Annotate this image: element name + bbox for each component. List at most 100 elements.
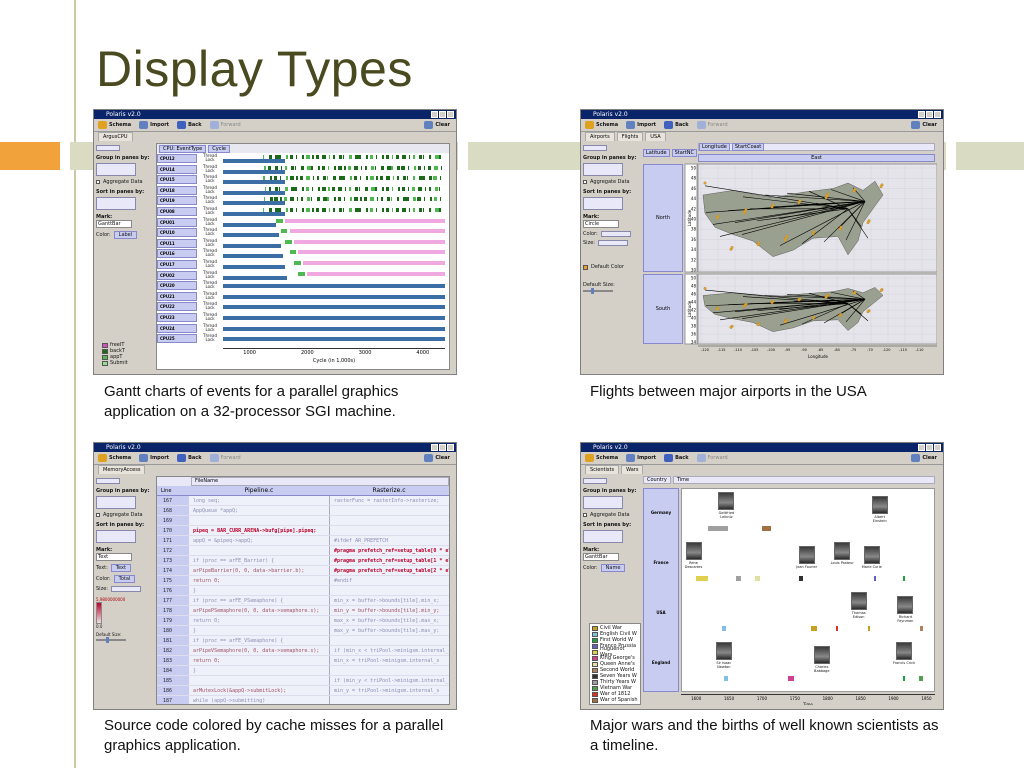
scientist-name: Marie Curie: [861, 565, 882, 569]
gantt-track: [223, 261, 445, 269]
lock-mark: [269, 155, 272, 159]
lock-mark: [306, 176, 311, 181]
sort-shelf[interactable]: [583, 197, 623, 210]
rasterize-code: min_y = triPool->minigsm.internal_s: [329, 686, 449, 695]
latitude-tick: 42: [691, 206, 697, 211]
legend-swatch: [592, 625, 598, 631]
default-size-slider[interactable]: [583, 288, 613, 294]
clear-button[interactable]: Clear: [424, 454, 450, 462]
forward-button[interactable]: Forward: [209, 121, 241, 129]
schema-button[interactable]: Schema: [585, 121, 618, 129]
thread-bar: [223, 222, 277, 227]
group-shelf[interactable]: [583, 496, 623, 509]
back-button[interactable]: Back: [664, 121, 689, 129]
aggregate-checkbox[interactable]: [96, 513, 100, 517]
code-row: 185 if (min_y < triPool->minigsm.internal…: [157, 676, 449, 686]
back-button[interactable]: Back: [177, 454, 202, 462]
schema-button[interactable]: Schema: [98, 454, 131, 462]
tab-usa[interactable]: USA: [645, 132, 666, 141]
lock-mark: [360, 197, 362, 202]
mark-dropdown[interactable]: Circle: [583, 220, 619, 228]
color-legend: freeIT backT appT Submit: [102, 342, 128, 366]
lock-mark: [408, 208, 410, 212]
tab-scientists[interactable]: Scientists: [585, 465, 620, 474]
close-button[interactable]: [447, 444, 454, 451]
rasterize-code: [329, 636, 449, 645]
schema-button[interactable]: Schema: [98, 121, 131, 129]
tab-airports[interactable]: Airports: [585, 132, 615, 141]
filename-shelf[interactable]: FileName: [191, 477, 449, 486]
minimize-button[interactable]: [918, 111, 925, 118]
minimize-button[interactable]: [431, 444, 438, 451]
columns-shelf-chip[interactable]: Cycle: [208, 144, 230, 153]
close-button[interactable]: [447, 111, 454, 118]
longitude-tick: -100: [767, 348, 775, 352]
maximize-button[interactable]: [439, 444, 446, 451]
group-shelf[interactable]: [96, 496, 136, 509]
minimize-button[interactable]: [431, 111, 438, 118]
forward-button[interactable]: Forward: [209, 454, 241, 462]
import-button[interactable]: Import: [626, 121, 656, 129]
clear-button[interactable]: Clear: [911, 121, 937, 129]
scroll-handle[interactable]: [583, 478, 607, 484]
sort-shelf[interactable]: [96, 197, 136, 210]
mark-dropdown[interactable]: GanttBar: [583, 553, 619, 561]
scroll-handle[interactable]: [96, 478, 120, 484]
forward-button[interactable]: Forward: [696, 121, 728, 129]
color-shelf[interactable]: [600, 231, 631, 237]
close-button[interactable]: [934, 111, 941, 118]
color-shelf-chip[interactable]: Name: [600, 564, 626, 572]
maximize-button[interactable]: [926, 444, 933, 451]
schema-button[interactable]: Schema: [585, 454, 618, 462]
import-button[interactable]: Import: [626, 454, 656, 462]
airport-point: [756, 323, 760, 327]
country-shelf[interactable]: Country: [643, 476, 671, 484]
clear-button[interactable]: Clear: [911, 454, 937, 462]
text-shelf-chip[interactable]: Text: [110, 564, 131, 572]
group-shelf[interactable]: [583, 163, 623, 176]
sort-shelf[interactable]: [583, 530, 623, 543]
rows-shelf-chip[interactable]: CPU: EventType: [159, 144, 207, 153]
close-button[interactable]: [934, 444, 941, 451]
lock-label: Lock: [205, 326, 215, 332]
default-color-swatch[interactable]: [583, 264, 588, 270]
legend-swatch: [592, 637, 598, 643]
mark-dropdown[interactable]: Text: [96, 553, 132, 561]
color-shelf-chip[interactable]: Label: [113, 231, 138, 239]
tab-flights[interactable]: Flights: [616, 132, 644, 141]
scroll-handle[interactable]: [583, 145, 607, 151]
import-button[interactable]: Import: [139, 454, 169, 462]
scientist-name: Albert Einstein: [872, 515, 887, 523]
pipeline-code: }: [193, 668, 197, 674]
size-shelf[interactable]: [110, 586, 141, 592]
aggregate-checkbox[interactable]: [583, 180, 587, 184]
maximize-button[interactable]: [439, 111, 446, 118]
maximize-button[interactable]: [926, 111, 933, 118]
back-button[interactable]: Back: [664, 454, 689, 462]
clear-button[interactable]: Clear: [424, 121, 450, 129]
cpu-label: CPU22: [157, 302, 197, 312]
lock-mark: [413, 197, 416, 202]
gantt-row: CPU20 Thread Lock: [157, 281, 449, 291]
tab-bar: Airports Flights USA: [581, 132, 943, 141]
aggregate-checkbox[interactable]: [583, 513, 587, 517]
mark-dropdown[interactable]: GanttBar: [96, 220, 132, 228]
tab-arguscpu[interactable]: ArgusCPU: [98, 132, 133, 141]
tab-wars[interactable]: Wars: [621, 465, 644, 474]
import-icon: [626, 454, 636, 462]
import-button[interactable]: Import: [139, 121, 169, 129]
tab-memoryaccess[interactable]: MemoryAccess: [98, 465, 146, 474]
sort-shelf[interactable]: [96, 530, 136, 543]
default-size-slider[interactable]: [96, 637, 126, 643]
shelf-row: CPU: EventType Cycle: [157, 144, 449, 153]
time-shelf[interactable]: Time: [672, 476, 935, 484]
aggregate-checkbox[interactable]: [96, 180, 100, 184]
time-axis-title: Time: [803, 702, 813, 705]
group-shelf[interactable]: [96, 163, 136, 176]
back-button[interactable]: Back: [177, 121, 202, 129]
size-shelf[interactable]: [597, 240, 628, 246]
color-shelf-chip[interactable]: Total: [113, 575, 136, 583]
minimize-button[interactable]: [918, 444, 925, 451]
forward-button[interactable]: Forward: [696, 454, 728, 462]
scroll-handle[interactable]: [96, 145, 120, 151]
